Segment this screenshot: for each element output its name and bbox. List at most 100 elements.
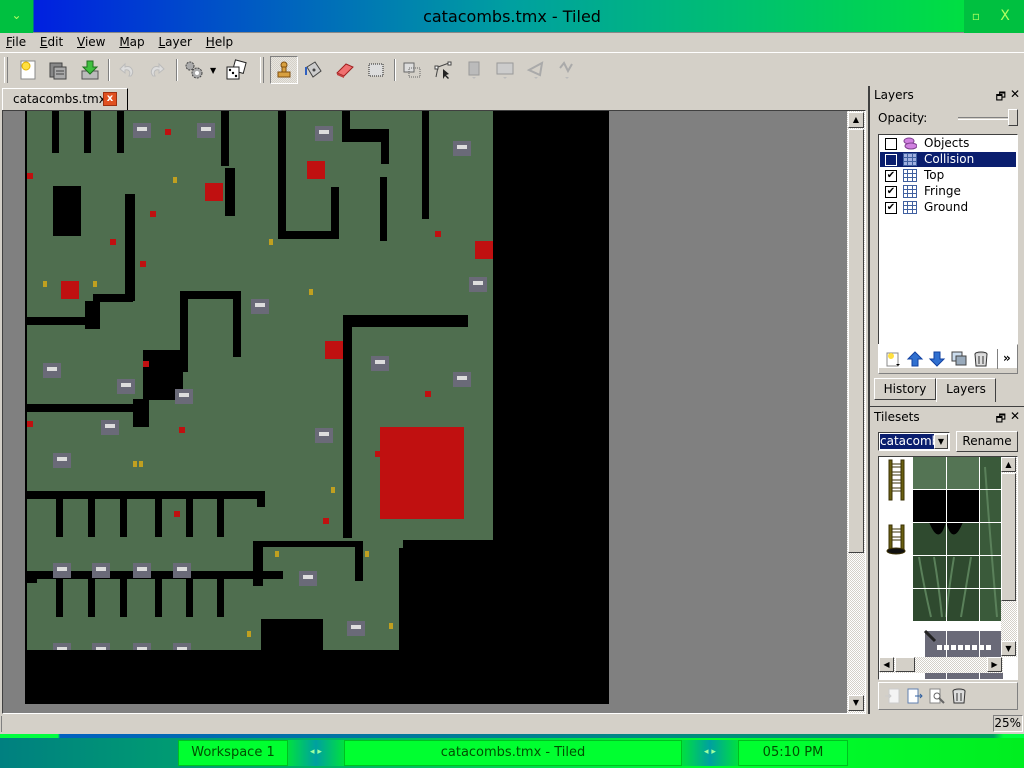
map-wall [253, 541, 263, 586]
more-tools-icon[interactable]: » [1003, 351, 1011, 365]
raise-layer-button[interactable] [905, 349, 925, 369]
float-panel-icon[interactable]: 🗗 [996, 410, 1006, 429]
map-wall [155, 571, 162, 617]
chevron-down-icon[interactable]: ▼ [934, 434, 948, 449]
duplicate-layer-button[interactable] [949, 349, 969, 369]
redo-button[interactable] [142, 56, 170, 84]
taskbar-task-catacombs[interactable]: catacombs.tmx - Tiled [344, 740, 682, 766]
insert-polygon-button[interactable] [522, 56, 550, 84]
close-panel-icon[interactable]: ✕ [1010, 409, 1020, 423]
open-button[interactable] [44, 56, 72, 84]
layer-row-fringe[interactable]: ✔ Fringe [880, 184, 1016, 199]
map-wall [221, 111, 229, 166]
rename-tileset-button[interactable]: Rename [956, 431, 1018, 452]
menu-layer[interactable]: Layer [152, 33, 195, 51]
tombstone-inscription [47, 367, 57, 371]
menu-label-rest: ap [129, 35, 145, 49]
insert-image-icon [496, 62, 514, 79]
insert-image-button[interactable] [491, 56, 519, 84]
workspace-switcher[interactable]: Workspace 1 [178, 740, 288, 766]
scroll-down-button[interactable]: ▼ [848, 695, 864, 711]
blood-splat [27, 173, 33, 179]
stamp-brush-button[interactable] [270, 56, 298, 84]
add-layer-button[interactable] [883, 349, 903, 369]
float-panel-icon[interactable]: 🗗 [996, 88, 1006, 107]
tombstone-inscription [179, 393, 189, 397]
tombstone-inscription [121, 383, 131, 387]
menu-help[interactable]: Help [200, 33, 237, 51]
random-mode-button[interactable] [222, 56, 250, 84]
remove-layer-button[interactable] [971, 349, 991, 369]
scroll-left-button[interactable]: ◀ [879, 657, 894, 672]
export-tileset-button[interactable] [905, 686, 925, 706]
map-wall [217, 491, 224, 537]
visibility-checkbox[interactable]: ✔ [885, 186, 897, 198]
close-button[interactable]: X [992, 0, 1018, 33]
edit-polygons-button[interactable] [429, 56, 457, 84]
scroll-down-button[interactable]: ▼ [1001, 641, 1016, 656]
close-icon: X [1000, 8, 1010, 24]
tab-catacombs[interactable]: catacombs.tmx x [2, 88, 128, 110]
menu-view[interactable]: View [71, 33, 109, 51]
tombstone-inscription [137, 127, 147, 131]
scroll-thumb[interactable] [895, 657, 915, 672]
map-wall [422, 111, 429, 219]
scroll-thumb[interactable] [1001, 473, 1016, 601]
layer-list[interactable]: Objects Collision ✔ Top ✔ Fringe ✔ Groun… [878, 134, 1018, 368]
layer-row-collision[interactable]: Collision [880, 152, 1016, 167]
tab-layers[interactable]: Layers [936, 378, 996, 402]
scroll-right-button[interactable]: ▶ [987, 657, 1002, 672]
menu-file[interactable]: File [0, 33, 30, 51]
workspace-arrows[interactable]: ◂ ▸ [288, 740, 344, 766]
toolbar-grip[interactable] [4, 57, 8, 83]
visibility-checkbox[interactable] [885, 154, 897, 166]
task-arrows[interactable]: ◂ ▸ [682, 740, 738, 766]
scroll-up-button[interactable]: ▲ [1001, 457, 1016, 472]
tombstone-inscription [303, 575, 313, 579]
tileset-properties-button[interactable] [927, 686, 947, 706]
maximize-button[interactable]: ▫ [964, 0, 988, 33]
scroll-up-button[interactable]: ▲ [848, 112, 864, 128]
import-tileset-button[interactable] [883, 686, 903, 706]
undo-button[interactable] [114, 56, 142, 84]
tileset-view[interactable]: ▲ ▼ ◀ ▶ [878, 456, 1018, 680]
close-icon[interactable]: x [103, 92, 117, 106]
toolbar-grip[interactable] [260, 57, 264, 83]
visibility-checkbox[interactable] [885, 138, 897, 150]
layer-row-objects[interactable]: Objects [880, 136, 1016, 151]
tileset-horizontal-scrollbar[interactable]: ◀ ▶ [879, 657, 1003, 673]
commands-dropdown-arrow[interactable]: ▼ [210, 66, 216, 75]
menu-map[interactable]: Map [113, 33, 148, 51]
bucket-fill-button[interactable] [300, 56, 328, 84]
tab-history[interactable]: History [874, 378, 936, 400]
eraser-button[interactable] [331, 56, 359, 84]
close-panel-icon[interactable]: ✕ [1010, 87, 1020, 101]
lower-layer-button[interactable] [927, 349, 947, 369]
map-wall [263, 541, 363, 547]
menu-edit[interactable]: Edit [34, 33, 67, 51]
remove-tileset-button[interactable] [949, 686, 969, 706]
scroll-thumb[interactable] [848, 129, 864, 553]
tileset-vertical-scrollbar[interactable]: ▲ ▼ [1001, 457, 1017, 657]
map-wall [120, 571, 127, 617]
insert-polyline-button[interactable] [553, 56, 581, 84]
insert-rectangle-button[interactable] [460, 56, 488, 84]
visibility-checkbox[interactable]: ✔ [885, 202, 897, 214]
opacity-slider-handle[interactable] [1008, 109, 1018, 126]
tileset-dropdown[interactable]: catacombs ▼ [878, 432, 950, 451]
visibility-checkbox[interactable]: ✔ [885, 170, 897, 182]
select-objects-button[interactable] [398, 56, 426, 84]
tombstone-inscription [105, 424, 115, 428]
layer-row-ground[interactable]: ✔ Ground [880, 200, 1016, 215]
map-canvas[interactable] [25, 111, 609, 704]
tombstone-inscription [255, 303, 265, 307]
save-button[interactable] [76, 56, 104, 84]
rect-select-button[interactable] [362, 56, 390, 84]
eraser-icon [336, 63, 354, 78]
layer-row-top[interactable]: ✔ Top [880, 168, 1016, 183]
vertical-scrollbar[interactable]: ▲ ▼ [847, 111, 865, 713]
new-map-button[interactable] [14, 56, 42, 84]
menu-mnemonic: E [39, 35, 48, 49]
commands-button[interactable] [180, 56, 208, 84]
map-view[interactable]: ▲ ▼ [2, 110, 866, 714]
